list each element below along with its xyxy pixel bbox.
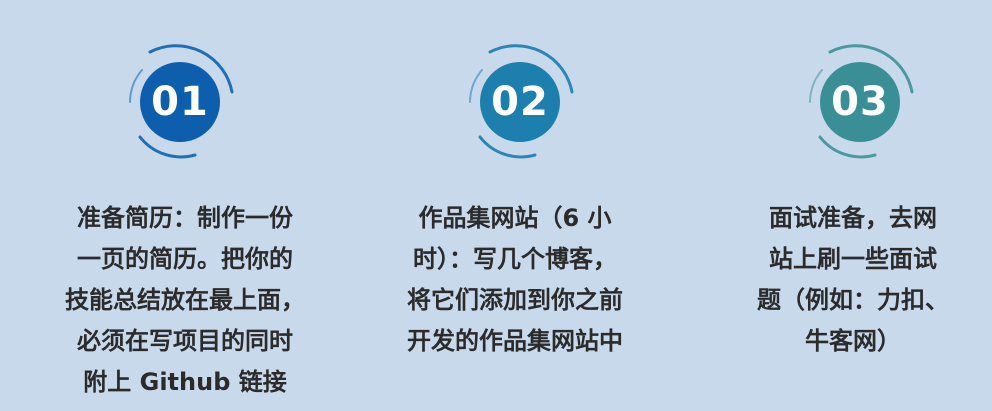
- step-description-line: 附上 Github 链接: [83, 368, 287, 396]
- step-description-line: 题（例如：力扣、: [757, 286, 949, 314]
- step-description-line: 一页的简历。把你的: [77, 245, 293, 273]
- step-description-line: 站上刷一些面试: [769, 245, 937, 273]
- step-description-line: 作品集网站（6 小: [418, 204, 612, 232]
- step-number-badge: 03: [800, 42, 920, 162]
- step-description-line: 开发的作品集网站中: [407, 327, 623, 355]
- step-description-line: 技能总结放在最上面，: [65, 286, 305, 314]
- step-description-line: 时）：写几个博客，: [413, 245, 617, 273]
- step-description-line: 必须在写项目的同时: [77, 327, 293, 355]
- step-description-line: 准备简历：制作一份: [77, 204, 293, 232]
- step-description-line: 将它们添加到你之前: [407, 286, 623, 314]
- step-description: 准备简历：制作一份 一页的简历。把你的 技能总结放在最上面， 必须在写项目的同时…: [60, 198, 310, 403]
- step-number: 01: [151, 79, 209, 125]
- step-description-line: 牛客网）: [805, 327, 901, 355]
- step-number-badge: 02: [460, 42, 580, 162]
- step-description-line: 面试准备，去网: [769, 204, 937, 232]
- step-card-3: 03 面试准备，去网 站上刷一些面试 题（例如：力扣、 牛客网）: [660, 0, 992, 411]
- step-description: 面试准备，去网 站上刷一些面试 题（例如：力扣、 牛客网）: [738, 198, 968, 362]
- step-number: 02: [491, 79, 549, 125]
- step-card-2: 02 作品集网站（6 小 时）：写几个博客， 将它们添加到你之前 开发的作品集网…: [330, 0, 660, 411]
- step-description: 作品集网站（6 小 时）：写几个博客， 将它们添加到你之前 开发的作品集网站中: [395, 198, 635, 362]
- step-number-badge: 01: [120, 42, 240, 162]
- step-card-1: 01 准备简历：制作一份 一页的简历。把你的 技能总结放在最上面， 必须在写项目…: [0, 0, 330, 411]
- step-number: 03: [831, 79, 889, 125]
